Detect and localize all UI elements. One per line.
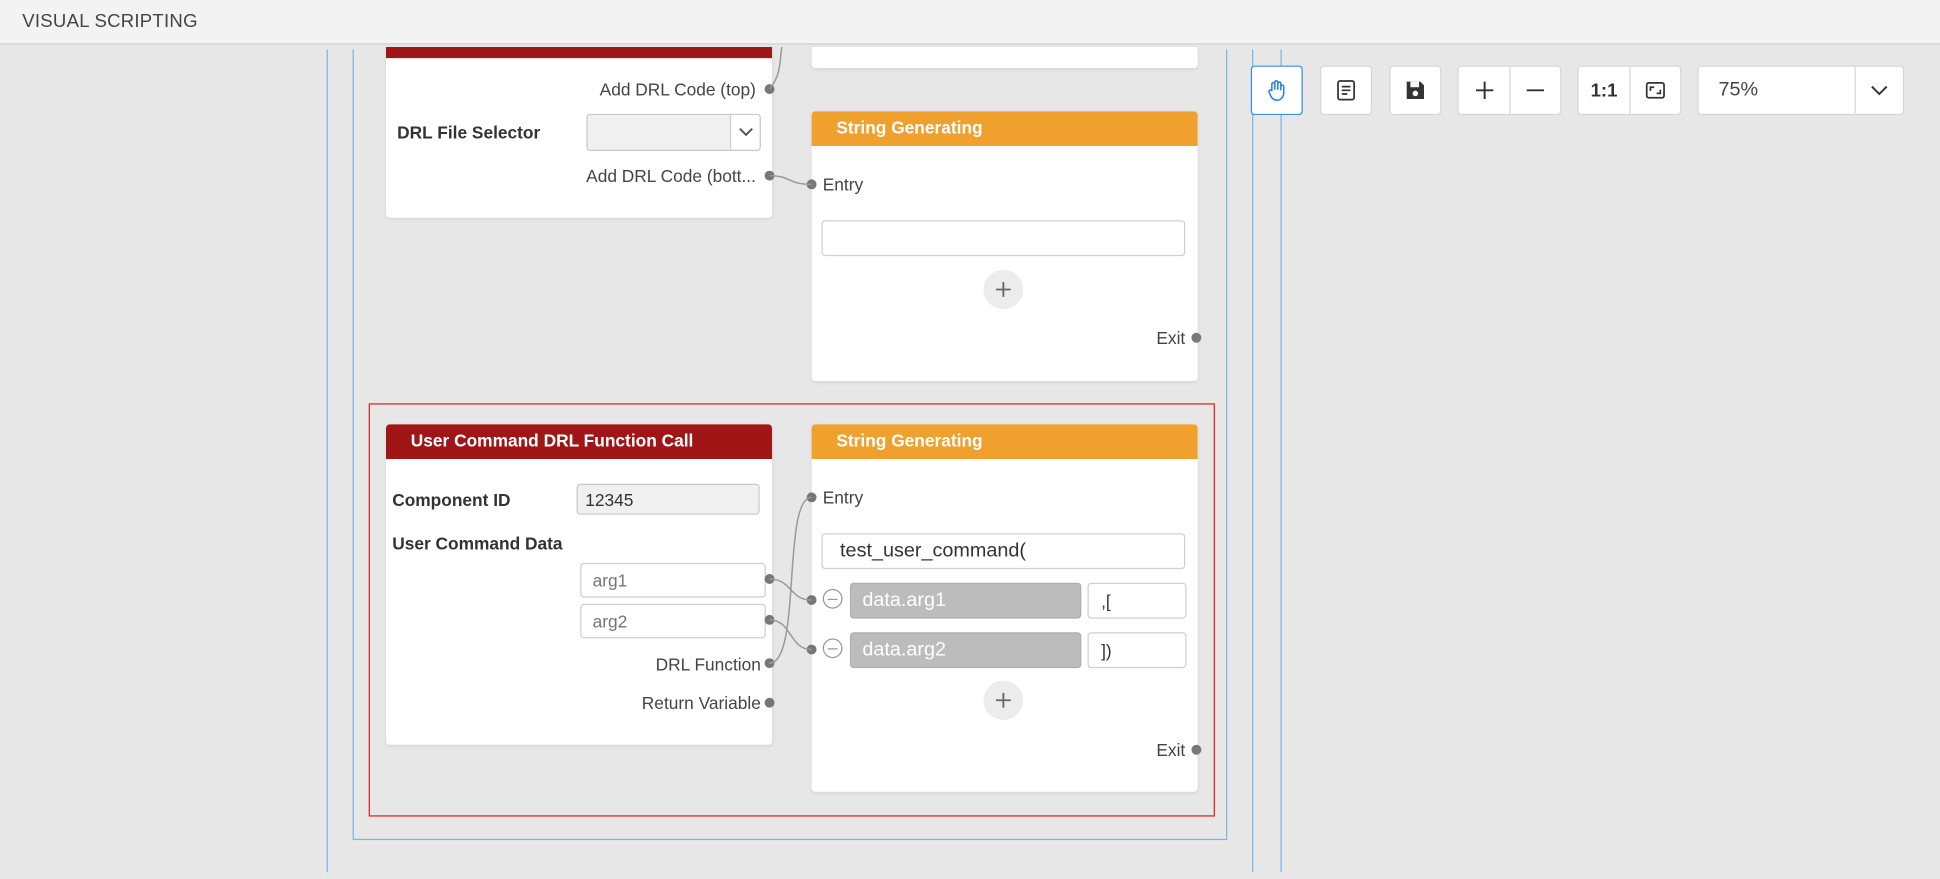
wire-bottom-to-entry xyxy=(769,174,812,186)
zoom-chevron-down-icon[interactable] xyxy=(1854,66,1903,114)
document-list-icon xyxy=(1337,80,1355,101)
connection-wires xyxy=(768,46,812,664)
minus-icon xyxy=(1526,89,1545,92)
zoom-buttons-group xyxy=(1457,65,1562,116)
fit-screen-icon xyxy=(1645,82,1665,99)
zoom-level-select[interactable]: 75% xyxy=(1697,65,1905,116)
wire-arg2-to-row2 xyxy=(769,619,812,651)
fit-to-screen-button[interactable] xyxy=(1631,67,1680,114)
actual-size-button[interactable]: 1:1 xyxy=(1579,67,1630,114)
wire-top-cut xyxy=(768,46,783,90)
plus-icon xyxy=(1475,81,1493,99)
view-buttons-group: 1:1 xyxy=(1577,65,1682,116)
save-button[interactable] xyxy=(1389,65,1442,116)
zoom-in-button[interactable] xyxy=(1459,67,1510,114)
pan-tool-button[interactable] xyxy=(1250,65,1303,116)
visual-scripting-screen: VISUAL SCRIPTING Add DRL Code (top) DRL … xyxy=(0,0,1940,878)
save-icon xyxy=(1406,81,1425,99)
properties-button[interactable] xyxy=(1320,65,1373,116)
hand-icon xyxy=(1268,80,1285,102)
zoom-level-value: 75% xyxy=(1718,79,1759,101)
zoom-out-button[interactable] xyxy=(1511,67,1560,114)
